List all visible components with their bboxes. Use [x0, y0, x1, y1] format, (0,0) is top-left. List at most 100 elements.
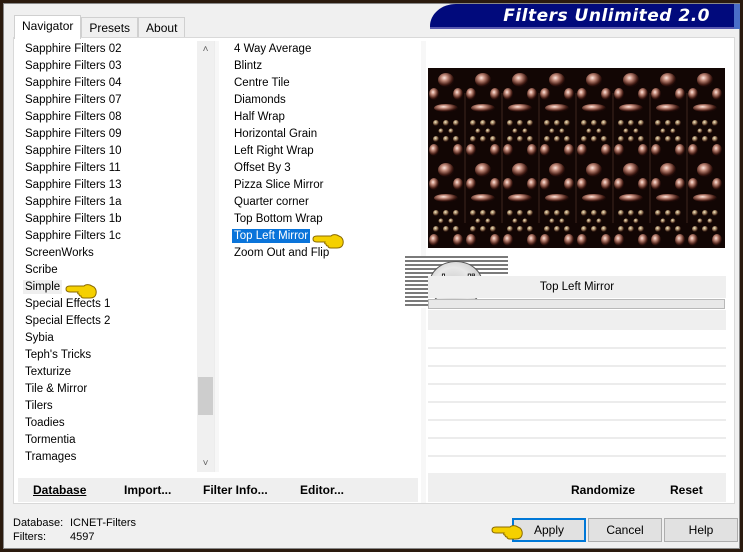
item-label: Sapphire Filters 1a	[25, 196, 122, 208]
tab-presets[interactable]: Presets	[81, 17, 139, 37]
category-item[interactable]: Sapphire Filters 10	[19, 143, 199, 160]
category-item[interactable]: Special Effects 2	[19, 313, 199, 330]
category-item[interactable]: Toadies	[19, 415, 199, 432]
filter-item[interactable]: 4 Way Average	[228, 41, 418, 58]
status-filters-label: Filters:	[13, 531, 46, 543]
category-scrollbar[interactable]: ˄ ˅	[197, 41, 214, 472]
filter-list[interactable]: 4 Way Average Blintz Centre Tile Diamonds Ha…	[228, 41, 418, 471]
category-item[interactable]: Tile & Mirror	[19, 381, 199, 398]
database-button-label: Database	[33, 483, 87, 497]
parameter-bar	[428, 299, 725, 309]
import-button[interactable]: Import...	[124, 478, 171, 502]
status-database-value: ICNET-Filters	[70, 517, 136, 529]
filter-item[interactable]: Offset By 3	[228, 160, 418, 177]
item-label: Sapphire Filters 1c	[25, 230, 121, 242]
category-item[interactable]: Sapphire Filters 08	[19, 109, 199, 126]
filter-item[interactable]: Left Right Wrap	[228, 143, 418, 160]
status-filters: Filters: 4597	[13, 531, 94, 543]
randomize-button[interactable]: Randomize	[571, 478, 635, 502]
category-item[interactable]: Sapphire Filters 04	[19, 75, 199, 92]
parameter-area	[428, 310, 726, 330]
filter-item[interactable]: Horizontal Grain	[228, 126, 418, 143]
item-label: Tile & Mirror	[25, 383, 88, 395]
item-label: Sapphire Filters 09	[25, 128, 122, 140]
item-label: Special Effects 2	[25, 315, 111, 327]
category-item[interactable]: Sapphire Filters 02	[19, 41, 199, 58]
item-label: Horizontal Grain	[234, 128, 318, 140]
item-label: Teph's Tricks	[25, 349, 92, 361]
item-label: Quarter corner	[234, 196, 309, 208]
category-item[interactable]: Scribe	[19, 262, 199, 279]
category-item[interactable]: Sapphire Filters 03	[19, 58, 199, 75]
filter-item[interactable]: Half Wrap	[228, 109, 418, 126]
category-item[interactable]: Simple	[19, 279, 199, 296]
category-item[interactable]: Sapphire Filters 09	[19, 126, 199, 143]
item-label: Half Wrap	[234, 111, 285, 123]
category-item[interactable]: Sapphire Filters 1b	[19, 211, 199, 228]
cancel-button[interactable]: Cancel	[588, 518, 662, 542]
reset-button[interactable]: Reset	[670, 478, 703, 502]
app-title: Filters Unlimited 2.0	[503, 6, 710, 26]
item-label: Texturize	[25, 366, 72, 378]
item-label: Sapphire Filters 03	[25, 60, 122, 72]
help-button[interactable]: Help	[664, 518, 738, 542]
item-label: Top Left Mirror	[232, 229, 311, 243]
item-label: Toadies	[25, 417, 65, 429]
pointing-hand-icon	[65, 284, 97, 299]
category-item[interactable]: Sapphire Filters 13	[19, 177, 199, 194]
scroll-up-icon[interactable]: ˄	[197, 41, 214, 58]
item-label: Sapphire Filters 08	[25, 111, 122, 123]
item-label: 4 Way Average	[234, 43, 312, 55]
category-item[interactable]: Tormentia	[19, 432, 199, 449]
item-label: Tormentia	[25, 434, 76, 446]
parameter-row-divider	[428, 455, 726, 457]
filter-item[interactable]: Blintz	[228, 58, 418, 75]
category-item[interactable]: Sapphire Filters 1c	[19, 228, 199, 245]
item-label: Pizza Slice Mirror	[234, 179, 324, 191]
item-label: Tilers	[25, 400, 53, 412]
item-label: Sapphire Filters 04	[25, 77, 122, 89]
parameter-row-divider	[428, 383, 726, 385]
navigator-button-row: Database Import... Filter Info... Editor…	[18, 478, 418, 502]
database-button[interactable]: Database	[33, 478, 86, 502]
pointing-hand-icon	[491, 525, 523, 540]
category-item[interactable]: Texturize	[19, 364, 199, 381]
parameter-row-divider	[428, 437, 726, 439]
category-list[interactable]: Sapphire Filters 02 Sapphire Filters 03 Sa…	[19, 41, 199, 471]
item-label: Centre Tile	[234, 77, 290, 89]
category-item[interactable]: ScreenWorks	[19, 245, 199, 262]
category-item[interactable]: Sapphire Filters 11	[19, 160, 199, 177]
filter-item[interactable]: Diamonds	[228, 92, 418, 109]
scrollbar-thumb[interactable]	[198, 377, 213, 415]
filter-item[interactable]: Centre Tile	[228, 75, 418, 92]
item-label: Diamonds	[234, 94, 286, 106]
category-item[interactable]: Sapphire Filters 1a	[19, 194, 199, 211]
item-label: Sybia	[25, 332, 54, 344]
category-item[interactable]: Tramages	[19, 449, 199, 466]
item-label: Blintz	[234, 60, 263, 72]
list-divider	[214, 41, 219, 472]
status-database: Database: ICNET-Filters	[13, 517, 136, 529]
category-item[interactable]: Sapphire Filters 07	[19, 92, 199, 109]
item-label: Offset By 3	[234, 162, 291, 174]
item-label: ScreenWorks	[25, 247, 94, 259]
editor-button[interactable]: Editor...	[300, 478, 344, 502]
category-item[interactable]: Teph's Tricks	[19, 347, 199, 364]
filter-item[interactable]: Top Bottom Wrap	[228, 211, 418, 228]
category-item[interactable]: Special Effects 1	[19, 296, 199, 313]
item-label: Sapphire Filters 13	[25, 179, 122, 191]
category-item[interactable]: Tilers	[19, 398, 199, 415]
category-item[interactable]: Sybia	[19, 330, 199, 347]
tab-about[interactable]: About	[138, 17, 186, 37]
parameter-row-divider	[428, 347, 726, 349]
filter-item[interactable]: Quarter corner	[228, 194, 418, 211]
pointing-hand-icon	[312, 234, 344, 249]
filter-item[interactable]: Pizza Slice Mirror	[228, 177, 418, 194]
item-label: Left Right Wrap	[234, 145, 314, 157]
tab-navigator[interactable]: Navigator	[14, 15, 82, 39]
item-label: Sapphire Filters 10	[25, 145, 122, 157]
scroll-down-icon[interactable]: ˅	[197, 455, 214, 472]
filter-info-button[interactable]: Filter Info...	[203, 478, 268, 502]
item-label: Sapphire Filters 11	[25, 162, 121, 174]
item-label: Tramages	[25, 451, 77, 463]
